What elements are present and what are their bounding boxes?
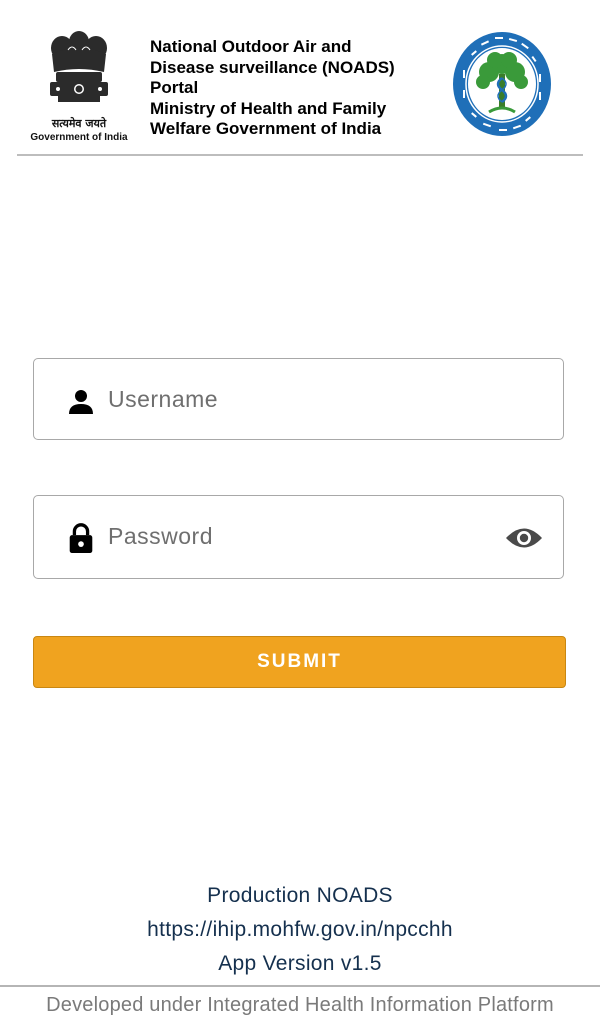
government-emblem: सत्यमेव जयते Government of India	[18, 28, 140, 148]
portal-title-line: National Outdoor Air and	[150, 37, 352, 56]
portal-title-line: Portal	[150, 78, 199, 97]
submit-button[interactable]: SUBMIT	[33, 636, 566, 688]
password-field[interactable]	[33, 495, 564, 579]
ashoka-lion-emblem-icon	[50, 31, 108, 102]
header-divider	[17, 154, 583, 156]
person-icon	[69, 390, 93, 414]
footer-divider	[0, 985, 600, 987]
app-header: सत्यमेव जयते Government of India Nationa…	[0, 0, 600, 156]
environment-label: Production NOADS	[207, 884, 393, 907]
footer-credit: Developed under Integrated Health Inform…	[46, 994, 554, 1016]
portal-title: National Outdoor Air and Disease surveil…	[150, 37, 440, 140]
password-input[interactable]	[108, 514, 488, 558]
lock-icon	[69, 523, 93, 554]
portal-title-line: Ministry of Health and Family	[150, 98, 387, 118]
portal-title-line: Disease surveillance (NOADS)	[150, 57, 395, 77]
username-input[interactable]	[108, 377, 488, 421]
emblem-caption: Government of India	[30, 132, 128, 143]
portal-url[interactable]: https://ihip.mohfw.gov.in/npcchh	[0, 918, 600, 942]
app-version: App Version v1.5	[218, 952, 382, 975]
username-field[interactable]	[33, 358, 564, 440]
mohfw-seal-logo	[453, 32, 551, 136]
eye-icon[interactable]	[505, 525, 543, 551]
emblem-motto: सत्यमेव जयते	[51, 117, 107, 130]
portal-title-line: Welfare Government of India	[150, 119, 382, 138]
